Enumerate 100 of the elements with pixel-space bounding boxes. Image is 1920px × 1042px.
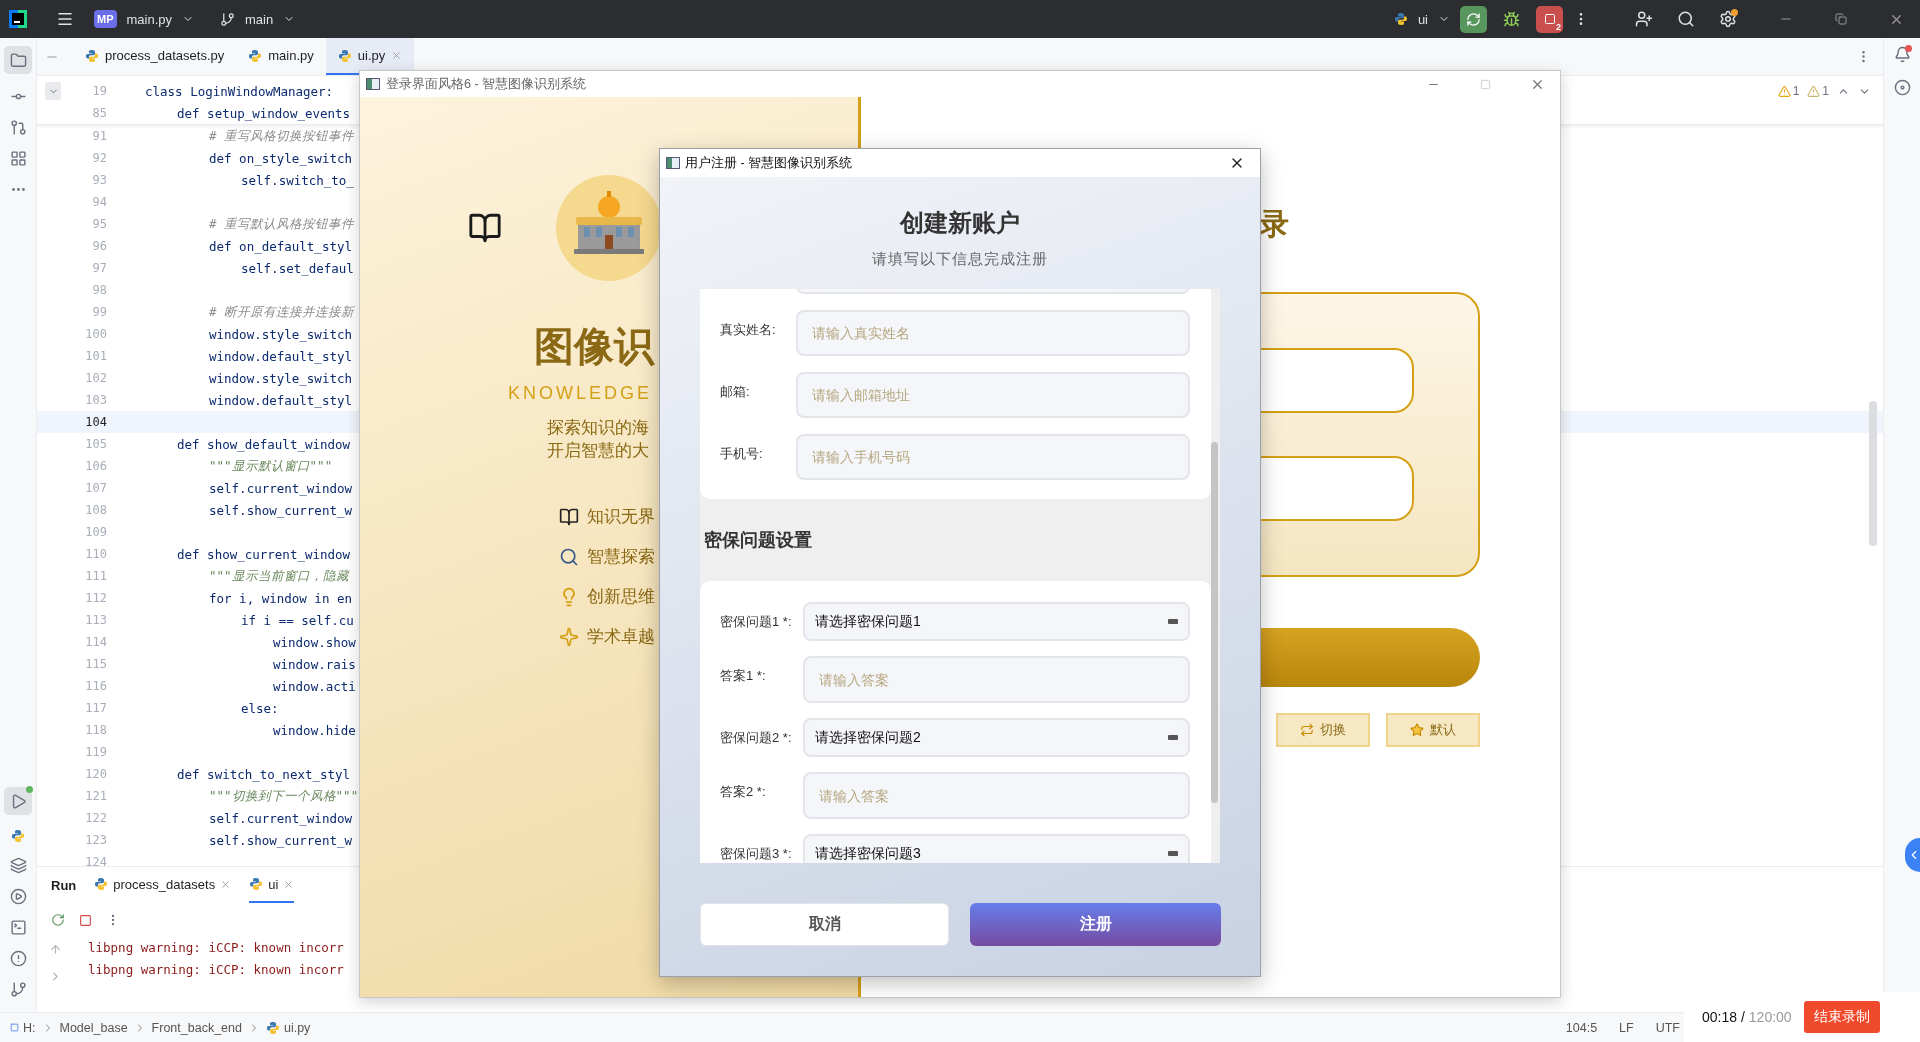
run-tab[interactable]: ui — [249, 867, 295, 903]
project-name[interactable]: main.py — [126, 11, 173, 27]
services-icon[interactable] — [9, 888, 27, 905]
code-comment: # 断开原有连接并连接新 — [208, 303, 355, 321]
add-user-icon[interactable] — [1635, 10, 1653, 28]
line-number: 104 — [84, 415, 107, 429]
select-field[interactable]: 请选择密保问题2 — [803, 718, 1190, 757]
run-panel-title: Run — [51, 877, 77, 893]
field-label: 手机号: — [720, 445, 764, 463]
code-line: """切换到下一个风格""" — [208, 787, 359, 805]
code-line: window.default_styl — [208, 392, 352, 408]
breadcrumb[interactable]: ui.py — [265, 1020, 311, 1035]
rerun-button[interactable] — [1460, 5, 1487, 33]
file-tab[interactable]: process_datasets.py — [73, 38, 237, 75]
problem-count[interactable]: 1 — [1807, 84, 1829, 98]
stop-recording-button[interactable]: 结束录制 — [1803, 1001, 1880, 1033]
slogan-line: 探索知识的海 — [547, 417, 649, 439]
encoding[interactable]: UTF — [1655, 1020, 1680, 1035]
stop-button[interactable]: 2 — [1536, 5, 1563, 33]
layers-icon[interactable] — [9, 857, 27, 874]
line-number: 105 — [84, 437, 107, 451]
pull-request-icon[interactable] — [9, 119, 27, 136]
line-separator[interactable]: LF — [1619, 1020, 1634, 1035]
line-number: 119 — [84, 745, 107, 759]
stop-icon — [1543, 13, 1556, 25]
register-button[interactable]: 注册 — [970, 903, 1221, 946]
breadcrumb[interactable]: Model_base — [59, 1020, 128, 1035]
scrollbar-thumb[interactable] — [1869, 401, 1877, 546]
run-tab[interactable]: process_datasets — [94, 867, 232, 903]
file-tab[interactable]: main.py — [236, 38, 326, 75]
slogan-line: 开启智慧的大 — [547, 440, 649, 462]
menu-icon[interactable] — [56, 10, 74, 28]
notifications-icon[interactable] — [1893, 46, 1911, 63]
line-number: 115 — [84, 657, 107, 671]
line-number: 95 — [91, 217, 107, 231]
code-line: self.current_window — [208, 480, 352, 496]
breadcrumb[interactable]: H: — [10, 1020, 36, 1035]
run-config[interactable]: ui — [1417, 11, 1428, 27]
warning-icon — [1777, 84, 1791, 98]
line-number: 118 — [84, 723, 107, 737]
bug-icon[interactable] — [1503, 10, 1520, 28]
line-number: 112 — [84, 591, 107, 605]
search-icon[interactable] — [1677, 10, 1695, 28]
search-icon — [559, 547, 579, 567]
code-line: """显示当前窗口，隐藏 — [208, 567, 349, 585]
cancel-button[interactable]: 取消 — [700, 903, 949, 946]
update-dot — [1731, 9, 1738, 16]
recording-limit: 120:00 — [1748, 1009, 1792, 1025]
python-icon — [249, 877, 264, 891]
code-line: """显示默认窗口""" — [208, 457, 333, 475]
python-console-icon[interactable] — [11, 829, 25, 843]
rerun-icon[interactable] — [51, 913, 65, 927]
python-icon[interactable] — [1393, 12, 1408, 26]
cursor-position[interactable]: 104:5 — [1565, 1020, 1598, 1035]
scrollbar-thumb[interactable] — [1211, 442, 1218, 803]
line-number: 108 — [84, 503, 107, 517]
problems-icon[interactable] — [9, 950, 27, 967]
run-tool-button[interactable] — [4, 787, 32, 815]
field-label: 答案1 *: — [720, 667, 767, 685]
code-line: if i == self.cu — [240, 612, 354, 628]
field-label: 邮箱: — [720, 383, 751, 401]
app-logo-icon — [8, 9, 28, 29]
line-number: 106 — [84, 459, 107, 473]
structure-icon[interactable] — [9, 150, 27, 167]
select-field[interactable]: 请选择密保问题1 — [803, 602, 1190, 641]
field-label: 密保问题1 *: — [720, 613, 793, 631]
line-number: 111 — [84, 569, 107, 583]
file-tab[interactable]: ui.py — [325, 38, 415, 75]
project-tool-button[interactable] — [4, 46, 32, 74]
problem-count[interactable]: 1 — [1777, 84, 1800, 98]
code-line: window.show — [272, 634, 356, 650]
line-number: 19 — [91, 84, 107, 98]
code-line: def show_default_window — [176, 436, 351, 452]
line-number: 91 — [91, 129, 107, 143]
terminal-icon[interactable] — [9, 919, 27, 936]
branch-icon[interactable] — [220, 11, 236, 27]
select-field[interactable]: 请选择密保问题3 — [803, 834, 1190, 863]
settings-icon[interactable] — [1719, 10, 1737, 28]
console-output: libpng warning: iCCP: known incorr — [88, 939, 344, 957]
book-icon — [468, 211, 502, 245]
code-line: else: — [240, 700, 279, 716]
line-number: 122 — [84, 811, 107, 825]
breadcrumb[interactable]: Front_back_end — [151, 1020, 242, 1035]
code-line: window.default_styl — [208, 348, 352, 364]
line-number: 96 — [91, 239, 107, 253]
line-number: 93 — [91, 173, 107, 187]
style-button[interactable]: 默认 — [1386, 713, 1480, 747]
restore-icon[interactable] — [1835, 13, 1847, 25]
notification-dot — [1904, 45, 1912, 52]
git-icon[interactable] — [9, 981, 27, 998]
book-icon — [559, 507, 579, 527]
dash-icon — [1168, 619, 1178, 624]
line-number: 116 — [84, 679, 107, 693]
code-line: def show_current_window — [176, 546, 351, 562]
line-number: 124 — [84, 855, 107, 866]
code-line: for i, window in en — [208, 590, 352, 606]
stop-icon[interactable] — [79, 913, 92, 927]
code-line: class LoginWindowManager: — [145, 83, 334, 99]
branch-name[interactable]: main — [245, 11, 274, 27]
style-button[interactable]: 切换 — [1276, 713, 1370, 747]
